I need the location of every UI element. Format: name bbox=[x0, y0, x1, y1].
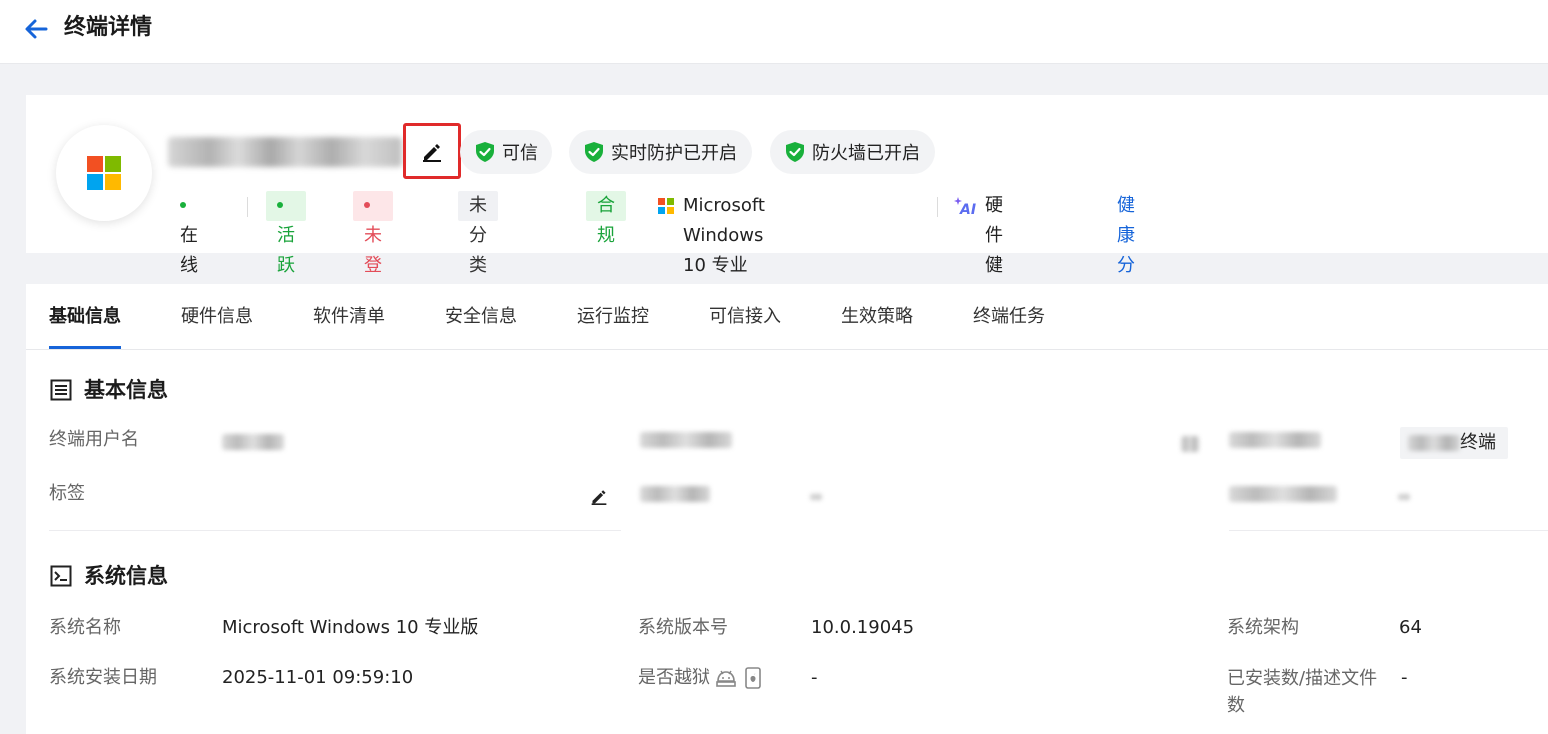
terminal-icon bbox=[50, 565, 72, 587]
install-date-label: 系统安装日期 bbox=[49, 667, 157, 688]
badge-label: 实时防护已开启 bbox=[611, 143, 737, 164]
active-tab-indicator bbox=[49, 346, 121, 349]
badge-label: 可信 bbox=[502, 143, 538, 164]
system-name-value: Microsoft Windows 10 专业版 bbox=[222, 617, 479, 638]
back-arrow-icon[interactable] bbox=[22, 14, 52, 44]
badge-label: 防火墙已开启 bbox=[812, 143, 920, 164]
install-date-value: 2025-11-01 09:59:10 bbox=[222, 667, 414, 688]
tag-label: 标签 bbox=[49, 483, 85, 504]
tab-runtime-monitor[interactable]: 运行监控 bbox=[577, 304, 649, 330]
divider bbox=[49, 530, 621, 531]
username-redacted bbox=[222, 434, 284, 450]
compliance-tag: 合规 bbox=[586, 191, 626, 246]
tab-security-info[interactable]: 安全信息 bbox=[445, 304, 517, 330]
device-avatar bbox=[56, 125, 152, 221]
device-header-card: 可信 实时防护已开启 防火墙已开启 在线 活跃 未登录 未分类资产 合规 bbox=[26, 95, 1548, 396]
windows-logo-icon bbox=[87, 156, 121, 190]
tab-hardware-info[interactable]: 硬件信息 bbox=[181, 304, 253, 330]
detail-card: 基础信息 硬件信息 软件清单 安全信息 运行监控 可信接入 生效策略 终端任务 … bbox=[26, 284, 1548, 734]
system-arch-label: 系统架构 bbox=[1227, 617, 1299, 638]
shield-check-icon bbox=[585, 142, 603, 162]
tab-trusted-access[interactable]: 可信接入 bbox=[709, 304, 781, 330]
top-bar: 终端详情 bbox=[0, 0, 1548, 64]
badge-trusted: 可信 bbox=[460, 130, 552, 174]
username-label: 终端用户名 bbox=[49, 429, 139, 450]
online-status: 在线 bbox=[180, 191, 198, 276]
windows-small-icon bbox=[658, 191, 676, 221]
tab-active-policies[interactable]: 生效策略 bbox=[841, 304, 913, 330]
installed-count-value: - bbox=[1401, 667, 1408, 688]
divider bbox=[1229, 530, 1548, 531]
system-arch-value: 64 bbox=[1399, 617, 1422, 638]
ai-health-label: 硬件健康度分析 bbox=[985, 195, 1003, 396]
field-redacted bbox=[1229, 486, 1337, 502]
android-icon bbox=[716, 670, 736, 687]
badge-realtime-protection: 实时防护已开启 bbox=[569, 130, 752, 174]
shield-check-icon bbox=[786, 142, 804, 162]
pencil-icon bbox=[423, 144, 441, 162]
asset-class-tag: 未分类资产 bbox=[458, 191, 498, 336]
health-analysis-link[interactable]: 健康分析 bbox=[1117, 191, 1135, 306]
field-redacted bbox=[1408, 435, 1460, 451]
activity-tag: 活跃 bbox=[266, 191, 306, 276]
field-redacted bbox=[640, 486, 710, 502]
tab-software-list[interactable]: 软件清单 bbox=[313, 304, 385, 330]
status-dot bbox=[180, 201, 186, 208]
tab-terminal-tasks[interactable]: 终端任务 bbox=[973, 304, 1045, 330]
list-icon bbox=[50, 379, 72, 401]
ai-sparkle-icon: AI bbox=[954, 191, 980, 221]
edit-tag-pencil-icon[interactable] bbox=[590, 487, 608, 505]
page-title: 终端详情 bbox=[64, 15, 153, 40]
jailbreak-label: 是否越狱 bbox=[638, 667, 710, 688]
badge-firewall: 防火墙已开启 bbox=[770, 130, 935, 174]
field-redacted bbox=[1229, 432, 1321, 448]
system-version-value: 10.0.19045 bbox=[811, 617, 915, 638]
os-name: Microsoft Windows 10 专业版 bbox=[683, 195, 765, 306]
field-redacted bbox=[1181, 436, 1199, 452]
edit-hostname-button[interactable] bbox=[403, 123, 461, 179]
svg-text:AI: AI bbox=[959, 202, 976, 216]
shield-check-icon bbox=[476, 142, 494, 162]
apple-device-icon bbox=[745, 667, 761, 689]
field-redacted bbox=[640, 432, 732, 448]
system-version-label: 系统版本号 bbox=[638, 617, 728, 638]
field-redacted bbox=[1398, 494, 1410, 500]
login-tag: 未登录 bbox=[353, 191, 393, 306]
section-title-system: 系统信息 bbox=[84, 564, 168, 588]
hostname-redacted bbox=[168, 137, 402, 167]
jailbreak-value: - bbox=[811, 667, 818, 688]
system-name-label: 系统名称 bbox=[49, 617, 121, 638]
tab-basic-info[interactable]: 基础信息 bbox=[49, 304, 121, 330]
installed-count-label: 已安装数/描述文件数 bbox=[1227, 668, 1378, 716]
divider bbox=[937, 197, 938, 217]
tab-bar: 基础信息 硬件信息 软件清单 安全信息 运行监控 可信接入 生效策略 终端任务 bbox=[26, 284, 1548, 350]
divider bbox=[247, 197, 248, 217]
section-title-basic: 基本信息 bbox=[84, 378, 168, 402]
field-redacted bbox=[810, 494, 822, 500]
